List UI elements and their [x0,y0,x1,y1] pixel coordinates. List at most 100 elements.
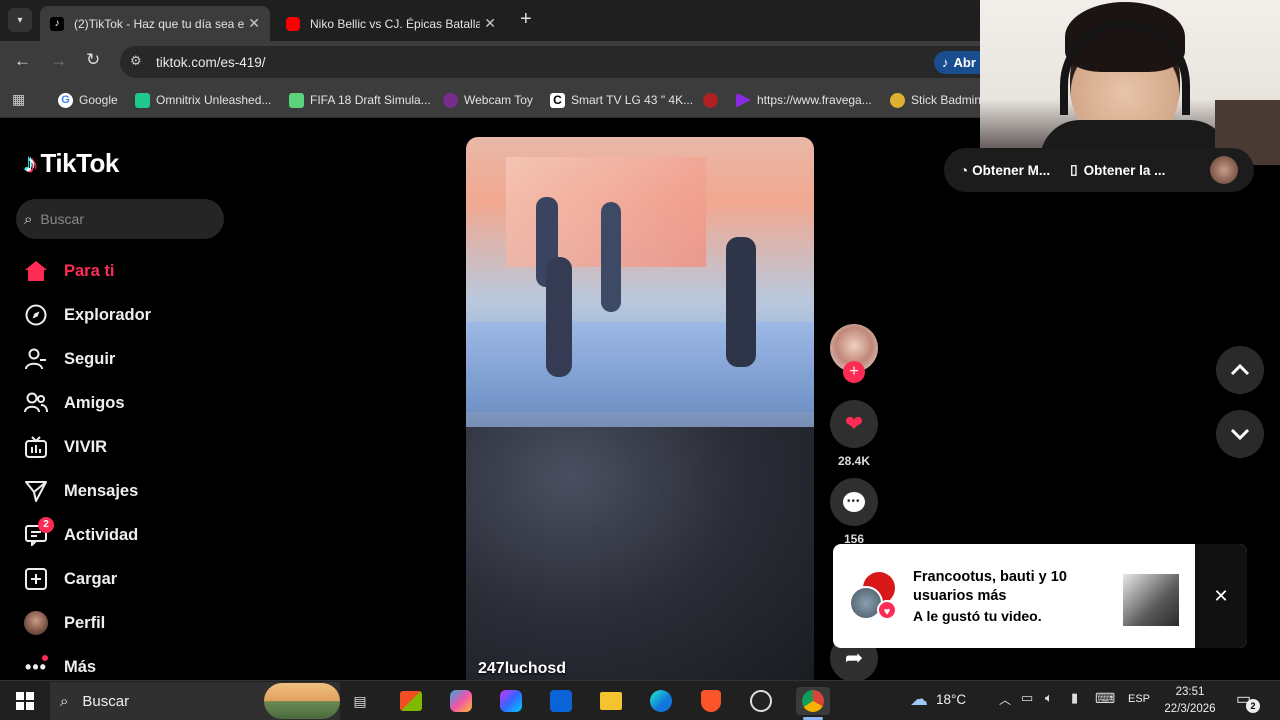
notification-badge: 2 [38,517,54,533]
comment-icon: ••• [843,492,865,512]
reload-icon[interactable]: ↻ [86,50,100,70]
nav-perfil[interactable]: Perfil [24,611,105,635]
url-text: tiktok.com/es-419/ [156,54,266,70]
upload-icon [24,567,48,591]
show-hidden-icons[interactable]: ︿ [999,691,1011,708]
address-bar[interactable]: ⚙ tiktok.com/es-419/ [120,46,1000,78]
friends-icon [24,391,48,415]
get-coins-button[interactable]: ◔ Obtener M... [960,163,1050,178]
microsoft-365-icon[interactable] [496,687,526,715]
nav-label: Para ti [64,261,115,280]
notification-toast[interactable]: ♥ Francootus, bauti y 10 usuarios más A … [833,544,1247,648]
get-coins-label: Obtener M... [972,162,1051,178]
follow-plus-button[interactable]: + [843,361,865,383]
get-app-button[interactable]: ▯ Obtener la ... [1070,162,1165,178]
volume-icon[interactable]: 🔈︎ [1045,690,1053,706]
nav-cargar[interactable]: Cargar [24,567,117,591]
bookmark-label: Stick Badmin [911,93,982,107]
comment-button[interactable]: ••• [830,478,878,526]
nav-explorador[interactable]: Explorador [24,303,151,327]
copilot-icon[interactable] [446,687,476,715]
network-icon[interactable]: ▭ [1021,690,1033,706]
activity-icon: 2 [24,517,54,547]
following-icon [24,347,48,371]
weather-widget[interactable]: ☁ 18°C [910,689,966,710]
forward-icon[interactable]: → [50,51,67,71]
tab-tiktok[interactable]: ♪ (2)TikTok - Haz que tu día sea e ✕ [40,6,270,41]
edge-icon[interactable] [646,687,676,715]
nav-label: Amigos [64,393,125,412]
phone-icon: ▯ [1070,162,1078,177]
tab-search-button[interactable]: ▾ [8,8,32,32]
notification-thumbnail [1123,574,1179,626]
messages-icon [24,479,48,503]
tiktok-small-icon: ♪ [942,55,949,70]
notification-center-button[interactable]: ▭ 2 [1236,689,1260,713]
nav-seguir[interactable]: Seguir [24,347,115,371]
search-icon: ⌕ [24,210,33,228]
back-icon[interactable]: ← [14,51,31,71]
bookmark-fravega[interactable]: https://www.fravega... [736,91,872,109]
youtube-favicon-icon [286,16,300,31]
language-indicator[interactable]: ESP [1128,693,1150,705]
close-tab-icon[interactable]: ✕ [248,15,260,32]
file-explorer-icon[interactable] [596,687,626,715]
previous-video-button[interactable] [1216,346,1264,394]
nav-label: Explorador [64,305,152,324]
bookmark-omnitrix[interactable]: Omnitrix Unleashed... [135,91,271,109]
taskbar-search[interactable]: ⌕ Buscar [50,682,340,720]
nav-mensajes[interactable]: Mensajes [24,479,138,503]
new-tab-button[interactable]: + [520,8,532,31]
heart-icon: ❤ [844,411,864,436]
clock[interactable]: 23:51 22/3/2026 [1160,684,1220,718]
apps-grid-icon[interactable]: ▦ [12,91,25,108]
like-button[interactable]: ❤ [830,400,878,448]
nav-label: VIVIR [64,437,108,456]
profile-avatar[interactable] [1210,156,1238,184]
chrome-icon[interactable] [796,687,830,715]
keyboard-icon[interactable]: ⌨ [1095,690,1115,707]
bookmark-smart-tv[interactable]: C Smart TV LG 43 " 4K... [550,91,693,109]
taskbar-search-label: Buscar [82,692,130,710]
video-username[interactable]: 247luchosd [478,660,566,678]
search-icon: ⌕ [60,692,69,710]
bookmark-google[interactable]: G Google [58,91,118,109]
close-icon[interactable]: ✕ [1213,586,1228,607]
more-dot-indicator [42,655,48,661]
task-view-icon[interactable]: ▤ [345,687,375,715]
nav-label: Seguir [64,349,116,368]
nav-para-ti[interactable]: Para ti [24,259,114,283]
windows-start-button[interactable] [10,687,40,715]
notification-close-area[interactable]: ✕ [1195,544,1247,648]
site-info-icon[interactable]: ⚙ [130,53,142,69]
nav-actividad[interactable]: 2 Actividad [24,517,138,547]
tab-youtube[interactable]: Niko Bellic vs CJ. Épicas Batallas ✕ [276,6,506,41]
tiktok-logo[interactable]: ♪ TikTok [24,148,119,179]
bookmark-game[interactable] [703,91,724,109]
home-icon [24,259,48,283]
microphone-icon[interactable]: ▮ [1071,690,1078,706]
nav-label: Más [64,657,97,676]
nav-amigos[interactable]: Amigos [24,391,125,415]
nav-vivir[interactable]: VIVIR [24,435,107,459]
video-player[interactable]: 247luchosd [466,137,814,680]
notification-center-badge: 2 [1246,699,1260,713]
brave-icon[interactable] [696,687,726,715]
bookmark-stick-badminton[interactable]: Stick Badmin [890,91,981,109]
fifa-icon [289,92,304,108]
performer [601,202,621,312]
close-tab-icon[interactable]: ✕ [484,15,496,32]
chevron-down-icon [1230,428,1250,440]
bookmark-fifa[interactable]: FIFA 18 Draft Simula... [289,91,431,109]
search-input[interactable]: ⌕ Buscar [16,199,224,239]
bookmark-webcam-toy[interactable]: Webcam Toy [443,91,533,109]
obs-icon[interactable] [746,687,776,715]
search-placeholder: Buscar [40,211,84,227]
microsoft-store-icon[interactable] [396,687,426,715]
top-actions-bar: ◔ Obtener M... ▯ Obtener la ... [944,148,1254,192]
nav-mas[interactable]: ••• Más [24,655,96,679]
nav-label: Mensajes [64,481,139,500]
next-video-button[interactable] [1216,410,1264,458]
outlook-icon[interactable] [546,687,576,715]
performer [726,237,756,367]
